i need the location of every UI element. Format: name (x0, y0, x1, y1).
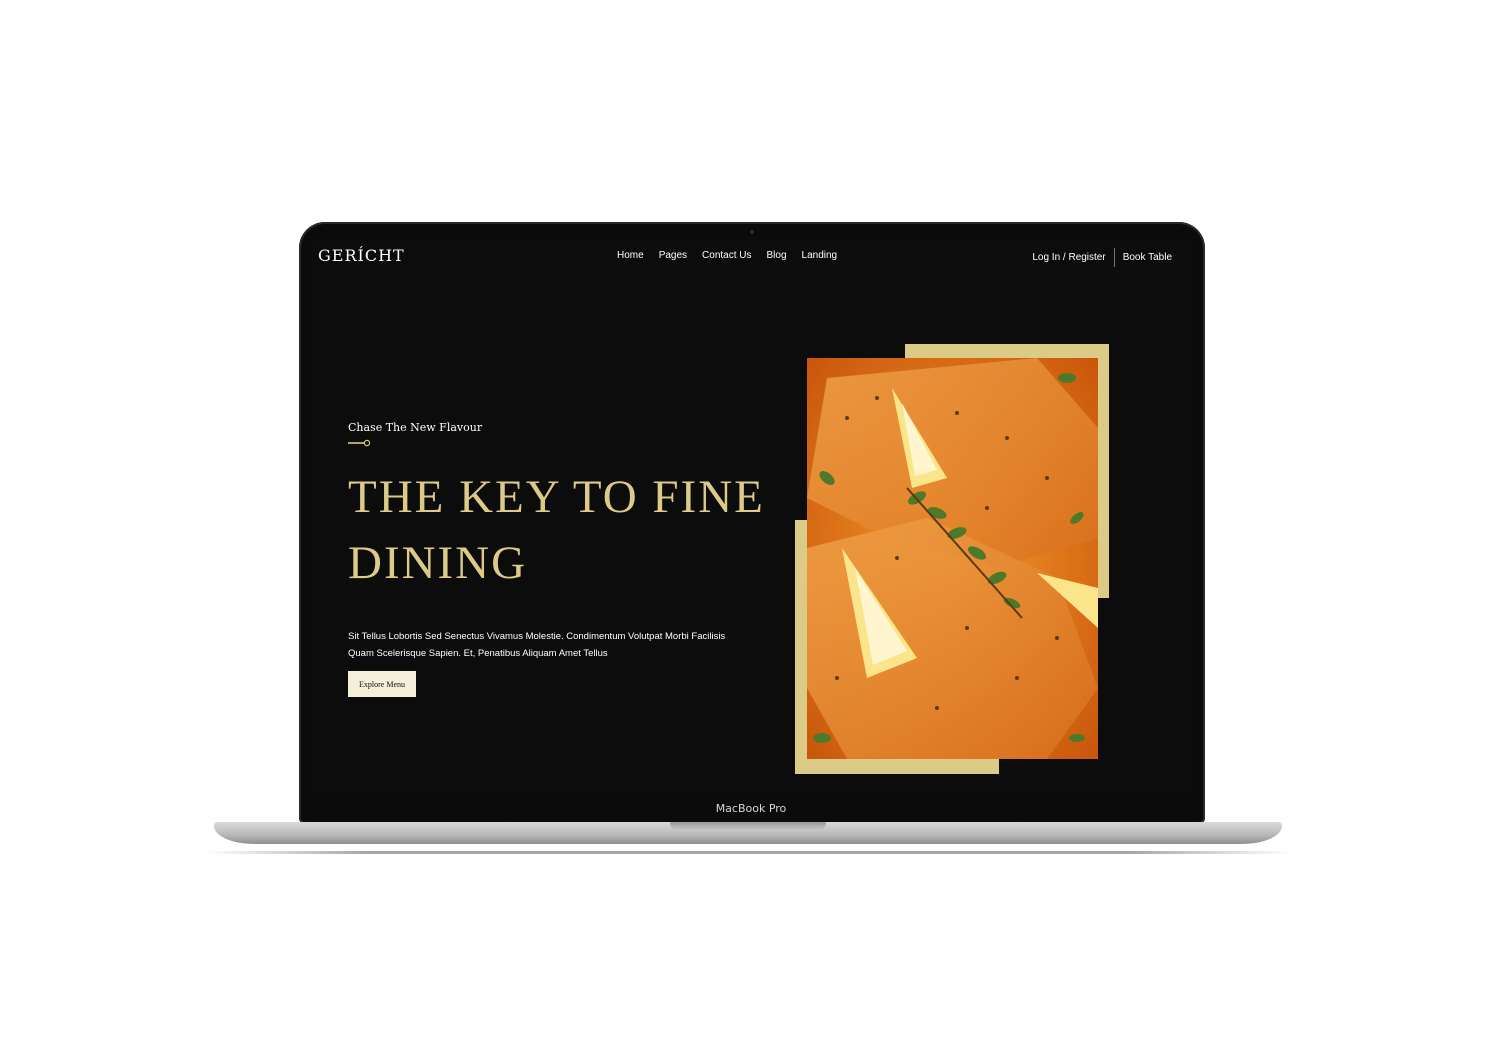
nav-blog[interactable]: Blog (767, 250, 787, 261)
spoon-icon (348, 439, 371, 447)
laptop-shadow (205, 851, 1293, 854)
device-label: MacBook Pro (715, 802, 787, 815)
hero-description: Sit Tellus Lobortis Sed Senectus Vivamus… (348, 630, 726, 659)
laptop-notch (670, 822, 826, 831)
explore-menu-button[interactable]: Explore Menu (348, 671, 416, 697)
hero-title: THE KEY TO FINE DINING (348, 471, 765, 589)
nav-actions: Log In / Register Book Table (1032, 248, 1172, 267)
nav-divider (1113, 248, 1115, 267)
nav-pages[interactable]: Pages (659, 250, 687, 261)
brand-logo[interactable]: GERÍCHT (318, 246, 405, 265)
hero-subtitle: Chase The New Flavour (348, 421, 483, 434)
salmon-dish-image (807, 358, 1098, 759)
main-nav: Home Pages Contact Us Blog Landing (617, 250, 837, 261)
nav-contact[interactable]: Contact Us (702, 250, 751, 261)
nav-landing[interactable]: Landing (802, 250, 838, 261)
book-table-link[interactable]: Book Table (1123, 252, 1172, 263)
login-register-link[interactable]: Log In / Register (1032, 252, 1105, 263)
browser-screen: GERÍCHT Home Pages Contact Us Blog Landi… (310, 234, 1194, 792)
nav-home[interactable]: Home (617, 250, 644, 261)
